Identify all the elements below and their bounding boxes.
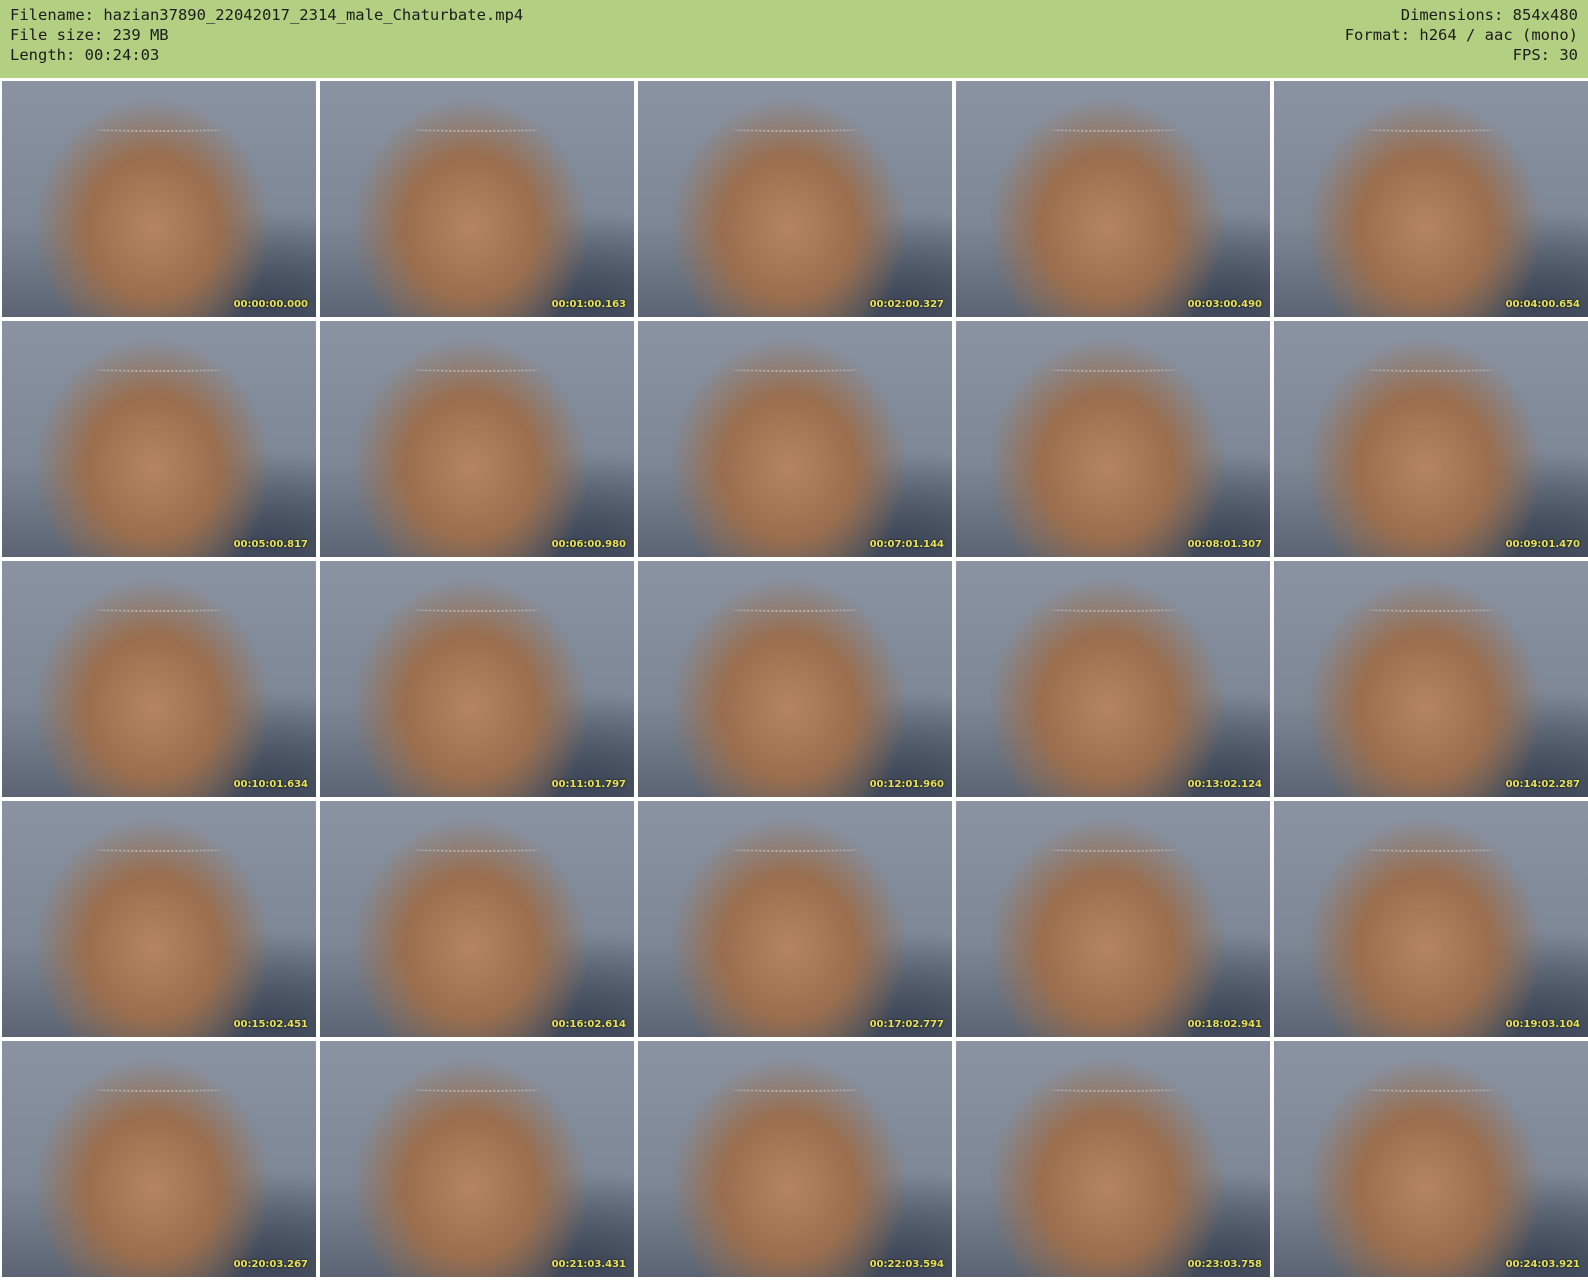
thumbnail[interactable]: 00:17:02.777 [638, 801, 952, 1037]
thumbnail[interactable]: 00:22:03.594 [638, 1041, 952, 1277]
thumbnail-timestamp: 00:08:01.307 [1187, 539, 1262, 550]
format-text: Format: h264 / aac (mono) [1344, 26, 1578, 44]
thumbnail[interactable]: 00:24:03.921 [1274, 1041, 1588, 1277]
thumbnail[interactable]: 00:19:03.104 [1274, 801, 1588, 1037]
thumbnail-timestamp: 00:10:01.634 [233, 779, 308, 790]
thumbnail-timestamp: 00:14:02.287 [1505, 779, 1580, 790]
file-info-left: Filename: hazian37890_22042017_2314_male… [10, 5, 523, 65]
file-info-right: Dimensions: 854x480 Format: h264 / aac (… [1345, 5, 1578, 65]
thumbnail-timestamp: 00:17:02.777 [869, 1019, 944, 1030]
thumbnail-timestamp: 00:09:01.470 [1505, 539, 1580, 550]
thumbnail-timestamp: 00:03:00.490 [1187, 299, 1262, 310]
thumbnail[interactable]: 00:18:02.941 [956, 801, 1270, 1037]
thumbnail[interactable]: 00:21:03.431 [320, 1041, 634, 1277]
thumbnail-timestamp: 00:05:00.817 [233, 539, 308, 550]
thumbnail-timestamp: 00:11:01.797 [551, 779, 626, 790]
thumbnail[interactable]: 00:20:03.267 [2, 1041, 316, 1277]
thumbnail-timestamp: 00:16:02.614 [551, 1019, 626, 1030]
thumbnail-timestamp: 00:20:03.267 [233, 1259, 308, 1270]
thumbnail-timestamp: 00:01:00.163 [551, 299, 626, 310]
thumbnail-timestamp: 00:00:00.000 [233, 299, 308, 310]
thumbnail[interactable]: 00:15:02.451 [2, 801, 316, 1037]
thumbnail-timestamp: 00:07:01.144 [869, 539, 944, 550]
thumbnail[interactable]: 00:12:01.960 [638, 561, 952, 797]
thumbnail[interactable]: 00:07:01.144 [638, 321, 952, 557]
thumbnail-timestamp: 00:13:02.124 [1187, 779, 1262, 790]
dimensions-text: Dimensions: 854x480 [1400, 6, 1578, 24]
thumbnail[interactable]: 00:23:03.758 [956, 1041, 1270, 1277]
thumbnail[interactable]: 00:04:00.654 [1274, 81, 1588, 317]
thumbnail-timestamp: 00:18:02.941 [1187, 1019, 1262, 1030]
file-size-text: File size: 239 MB [10, 26, 169, 44]
thumbnail[interactable]: 00:05:00.817 [2, 321, 316, 557]
filename-text: Filename: hazian37890_22042017_2314_male… [10, 6, 524, 24]
thumbnail[interactable]: 00:06:00.980 [320, 321, 634, 557]
thumbnail-timestamp: 00:04:00.654 [1505, 299, 1580, 310]
thumbnail[interactable]: 00:14:02.287 [1274, 561, 1588, 797]
thumbnail-timestamp: 00:15:02.451 [233, 1019, 308, 1030]
thumbnail[interactable]: 00:09:01.470 [1274, 321, 1588, 557]
thumbnail[interactable]: 00:02:00.327 [638, 81, 952, 317]
thumbnail[interactable]: 00:01:00.163 [320, 81, 634, 317]
thumbnail-grid: 00:00:00.000 00:01:00.163 00:02:00.327 0… [0, 79, 1588, 1280]
thumbnail[interactable]: 00:16:02.614 [320, 801, 634, 1037]
thumbnail[interactable]: 00:03:00.490 [956, 81, 1270, 317]
thumbnail-timestamp: 00:02:00.327 [869, 299, 944, 310]
thumbnail-timestamp: 00:12:01.960 [869, 779, 944, 790]
thumbnail-timestamp: 00:21:03.431 [551, 1259, 626, 1270]
thumbnail-timestamp: 00:19:03.104 [1505, 1019, 1580, 1030]
thumbnail-timestamp: 00:22:03.594 [869, 1259, 944, 1270]
info-header: Filename: hazian37890_22042017_2314_male… [0, 0, 1588, 78]
thumbnail-timestamp: 00:23:03.758 [1187, 1259, 1262, 1270]
thumbnail[interactable]: 00:13:02.124 [956, 561, 1270, 797]
thumbnail[interactable]: 00:11:01.797 [320, 561, 634, 797]
thumbnail-timestamp: 00:24:03.921 [1505, 1259, 1580, 1270]
thumbnail[interactable]: 00:08:01.307 [956, 321, 1270, 557]
thumbnail[interactable]: 00:10:01.634 [2, 561, 316, 797]
fps-text: FPS: 30 [1512, 46, 1578, 64]
thumbnail[interactable]: 00:00:00.000 [2, 81, 316, 317]
length-text: Length: 00:24:03 [10, 46, 160, 64]
thumbnail-timestamp: 00:06:00.980 [551, 539, 626, 550]
